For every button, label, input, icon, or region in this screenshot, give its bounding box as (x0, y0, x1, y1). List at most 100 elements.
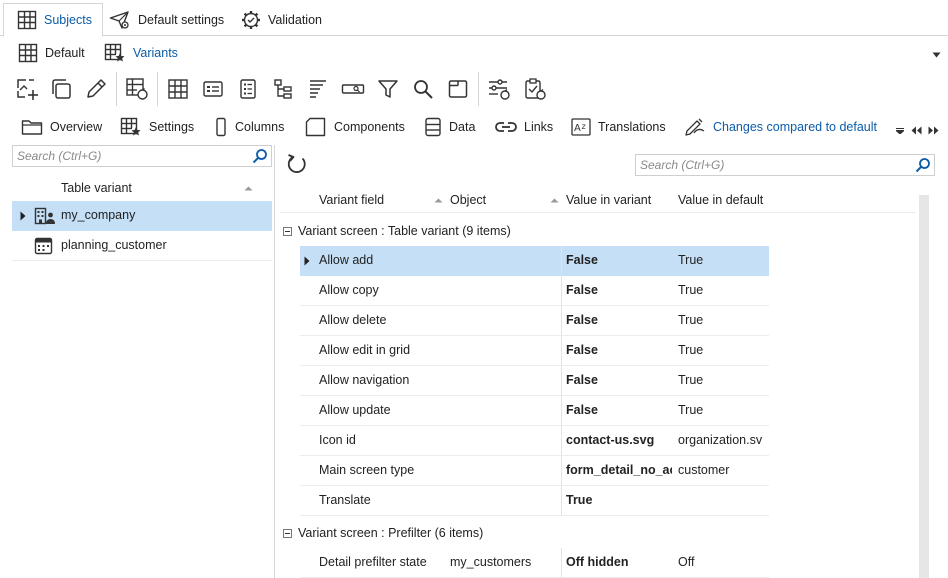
copy-button[interactable] (48, 76, 74, 102)
cell-variant-field: Allow add (319, 253, 374, 267)
filter-button[interactable] (375, 76, 401, 102)
edit-icon (84, 77, 108, 101)
sort-ascending-icon[interactable] (550, 198, 559, 203)
refresh-button[interactable] (285, 153, 309, 177)
edit-button[interactable] (83, 76, 109, 102)
group-row[interactable]: Variant screen : Table variant (9 items) (280, 216, 916, 246)
lines-view-button[interactable] (305, 76, 331, 102)
left-pane-header: Table variant (12, 177, 272, 201)
tab-validation[interactable]: Validation (228, 3, 332, 36)
table-refresh-icon (125, 77, 149, 101)
table-refresh-button[interactable] (124, 76, 150, 102)
toolbar-separator (157, 72, 158, 106)
cell-value-in-variant: False (566, 313, 598, 327)
textbox-icon (341, 78, 365, 100)
viewtab-overview[interactable]: Overview (21, 114, 102, 140)
cell-variant-field: Allow navigation (319, 373, 410, 387)
list-item[interactable]: my_company (12, 201, 272, 231)
subtab-default[interactable]: Default (18, 40, 85, 66)
scroll-left-icon[interactable] (911, 126, 922, 135)
table-row[interactable]: Icon id contact-us.svg organization.sv (300, 426, 769, 456)
add-button[interactable] (14, 76, 40, 102)
viewtab-label: Settings (149, 120, 195, 134)
viewtab-components[interactable]: Components (305, 114, 405, 140)
toolbar-separator (478, 72, 479, 106)
table-row[interactable]: Allow update False True (300, 396, 769, 426)
tree-view-button[interactable] (270, 76, 296, 102)
settings-sliders-button[interactable] (486, 76, 512, 102)
search-button[interactable] (410, 76, 436, 102)
textbox-button[interactable] (340, 76, 366, 102)
form-icon (202, 78, 224, 100)
window-button[interactable] (445, 76, 471, 102)
viewtab-translations[interactable]: Az Translations (571, 114, 666, 140)
table-row[interactable]: Allow delete False True (300, 306, 769, 336)
group-title: Variant screen : Table variant (9 items) (298, 224, 511, 238)
vertical-scrollbar[interactable] (919, 195, 929, 578)
list-item[interactable]: planning_customer (12, 231, 272, 261)
cell-variant-field: Allow delete (319, 313, 387, 327)
chevron-down-icon[interactable] (932, 52, 941, 58)
search-icon (412, 78, 434, 100)
table-row[interactable]: Translate True (300, 486, 769, 516)
column-divider (561, 548, 562, 577)
table-row[interactable]: Main screen type form_detail_no_ac custo… (300, 456, 769, 486)
list-icon (237, 78, 259, 100)
viewtab-label: Data (449, 120, 476, 134)
table-row[interactable]: Allow edit in grid False True (300, 336, 769, 366)
table-row[interactable]: Allow add False True (300, 246, 769, 276)
sort-ascending-icon[interactable] (434, 198, 443, 203)
tab-label: Subjects (44, 13, 92, 27)
viewtab-columns[interactable]: Columns (214, 114, 284, 140)
table-row[interactable]: Allow copy False True (300, 276, 769, 306)
viewtab-label: Changes compared to default (713, 120, 877, 134)
column-divider (561, 456, 562, 485)
clipboard-check-button[interactable] (522, 76, 548, 102)
table-row[interactable]: Allow navigation False True (300, 366, 769, 396)
tab-subjects[interactable]: Subjects (3, 3, 103, 37)
search-icon[interactable] (915, 157, 931, 173)
table-view-button[interactable] (165, 76, 191, 102)
column-header-variant-field[interactable]: Variant field (319, 193, 384, 207)
left-search-input[interactable] (13, 146, 249, 166)
svg-text:A: A (574, 123, 581, 134)
viewtab-settings[interactable]: Settings (120, 114, 194, 140)
settings-sliders-icon (487, 77, 511, 101)
column-divider (561, 396, 562, 425)
sort-ascending-icon[interactable] (244, 186, 253, 191)
overflow-dropdown-icon[interactable] (896, 128, 904, 134)
cell-value-in-default: True (678, 283, 704, 297)
right-search-input[interactable] (636, 155, 912, 175)
column-icon (214, 117, 228, 137)
clipboard-check-icon (523, 77, 547, 101)
viewtab-changes[interactable]: Changes compared to default (684, 114, 877, 140)
group-row[interactable]: Variant screen : Prefilter (6 items) (280, 518, 916, 548)
pane-splitter[interactable] (274, 145, 275, 578)
table-icon (167, 78, 189, 100)
subtab-label: Variants (133, 46, 178, 60)
collapse-icon[interactable] (283, 528, 292, 538)
column-header-value-in-variant[interactable]: Value in variant (566, 193, 651, 207)
cell-variant-field: Icon id (319, 433, 356, 447)
viewtab-links[interactable]: Links (495, 114, 553, 140)
column-divider (561, 246, 562, 275)
table-row[interactable]: Detail prefilter state my_customers Off … (300, 548, 769, 578)
viewtab-data[interactable]: Data (424, 114, 475, 140)
copy-icon (49, 77, 73, 101)
add-icon (15, 77, 39, 101)
list-view-button[interactable] (235, 76, 261, 102)
subtab-variants[interactable]: Variants (104, 40, 178, 66)
window-icon (447, 78, 469, 100)
column-header-object[interactable]: Object (450, 193, 486, 207)
tab-default-settings[interactable]: Default settings (96, 3, 234, 36)
link-icon (495, 120, 517, 134)
cell-variant-field: Allow update (319, 403, 391, 417)
scroll-right-icon[interactable] (928, 126, 939, 135)
cell-value-in-default: Off (678, 555, 695, 569)
expand-arrow-icon[interactable] (20, 211, 26, 221)
collapse-icon[interactable] (283, 226, 292, 236)
form-view-button[interactable] (200, 76, 226, 102)
column-header-value-in-default[interactable]: Value in default (678, 193, 763, 207)
search-icon[interactable] (252, 148, 268, 164)
column-header-table-variant[interactable]: Table variant (61, 181, 132, 195)
